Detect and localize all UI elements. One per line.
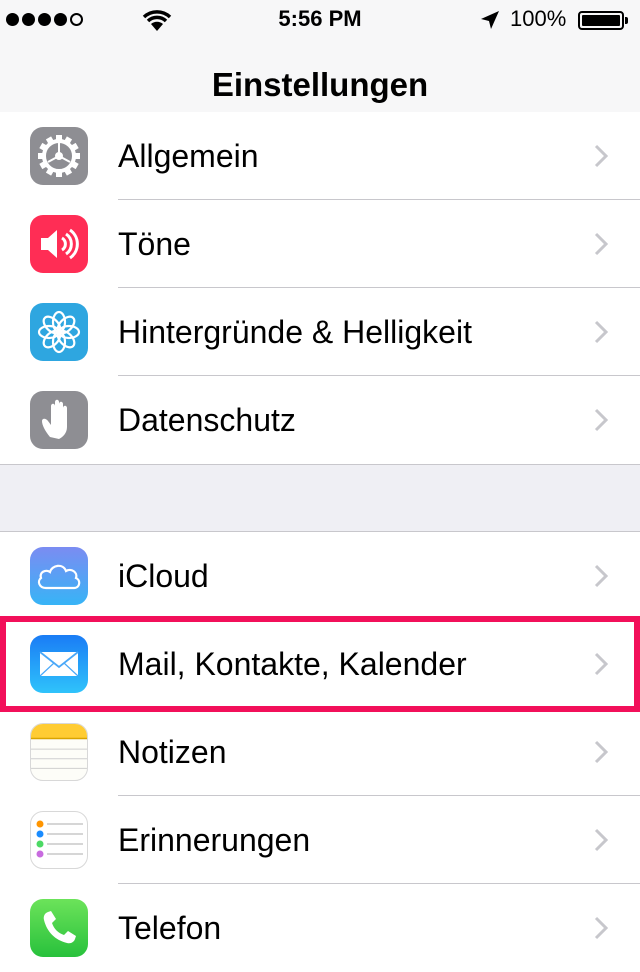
- settings-row-icloud[interactable]: iCloud: [0, 532, 640, 620]
- settings-group-1: Allgemein Töne Hintergründe & Helligkeit…: [0, 112, 640, 465]
- battery-icon: [578, 11, 628, 30]
- battery-percentage: 100%: [510, 6, 567, 31]
- chevron-right-icon: [594, 828, 608, 852]
- settings-row-label: Töne: [118, 226, 191, 262]
- reminders-icon: [30, 811, 88, 869]
- envelope-icon: [30, 635, 88, 693]
- settings-row-label: Mail, Kontakte, Kalender: [118, 646, 467, 682]
- settings-row-label: Datenschutz: [118, 402, 296, 438]
- settings-row-hintergruende[interactable]: Hintergründe & Helligkeit: [0, 288, 640, 376]
- settings-row-label: Notizen: [118, 734, 227, 770]
- location-arrow-icon: [481, 11, 499, 29]
- chevron-right-icon: [594, 564, 608, 588]
- settings-row-label: Telefon: [118, 910, 222, 946]
- settings-row-label: Erinnerungen: [118, 822, 311, 858]
- flower-icon: [30, 303, 88, 361]
- settings-group-2: iCloud Mail, Kontakte, Kalender Notizen …: [0, 531, 640, 972]
- cloud-icon: [30, 547, 88, 605]
- speaker-icon: [30, 215, 88, 273]
- status-bar: 5:56 PM 100%: [0, 0, 640, 40]
- settings-row-label: iCloud: [118, 558, 209, 594]
- settings-row-mail-kontakte-kalender[interactable]: Mail, Kontakte, Kalender: [0, 620, 640, 708]
- settings-row-telefon[interactable]: Telefon: [0, 884, 640, 972]
- settings-row-toene[interactable]: Töne: [0, 200, 640, 288]
- chevron-right-icon: [594, 408, 608, 432]
- notes-icon: [30, 723, 88, 781]
- chevron-right-icon: [594, 320, 608, 344]
- chevron-right-icon: [594, 144, 608, 168]
- chevron-right-icon: [594, 740, 608, 764]
- phone-icon: [30, 899, 88, 957]
- hand-icon: [30, 391, 88, 449]
- settings-row-datenschutz[interactable]: Datenschutz: [0, 376, 640, 464]
- chevron-right-icon: [594, 232, 608, 256]
- settings-row-label: Hintergründe & Helligkeit: [118, 314, 472, 350]
- chevron-right-icon: [594, 916, 608, 940]
- settings-row-allgemein[interactable]: Allgemein: [0, 112, 640, 200]
- chevron-right-icon: [594, 652, 608, 676]
- settings-row-label: Allgemein: [118, 138, 259, 174]
- settings-row-notizen[interactable]: Notizen: [0, 708, 640, 796]
- settings-row-erinnerungen[interactable]: Erinnerungen: [0, 796, 640, 884]
- page-title: Einstellungen: [211, 66, 429, 103]
- gear-icon: [30, 127, 88, 185]
